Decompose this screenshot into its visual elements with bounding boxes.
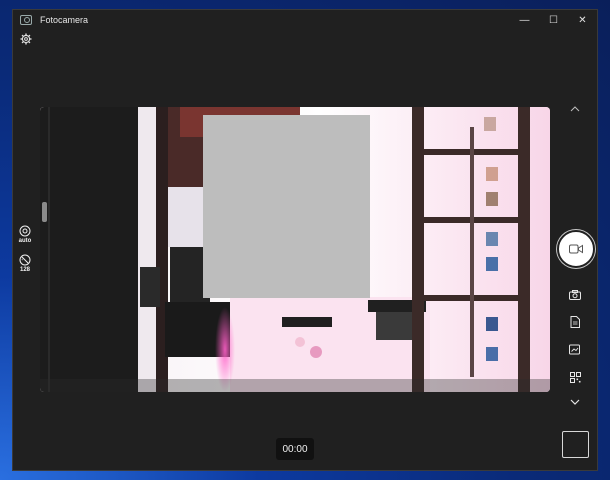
settings-button[interactable] (19, 32, 33, 46)
document-mode-button[interactable] (553, 315, 597, 329)
barcode-mode-button[interactable] (553, 370, 597, 384)
title-bar: Fotocamera — ☐ ✕ (13, 10, 597, 30)
recording-timer: 00:00 (276, 438, 314, 460)
qr-code-icon (569, 371, 581, 383)
photo-mode-button[interactable] (553, 288, 597, 302)
iso-control[interactable]: + 128 (17, 254, 33, 273)
window-title: Fotocamera (40, 15, 89, 25)
iso-icon: + (19, 254, 31, 266)
collapse-modes-button[interactable] (553, 102, 597, 116)
svg-text:+: + (21, 258, 23, 262)
window-controls: — ☐ ✕ (510, 10, 597, 30)
whiteboard-icon (569, 344, 580, 355)
exposure-control[interactable]: auto (17, 225, 33, 244)
camera-feed-image (40, 107, 550, 392)
chevron-down-icon (570, 399, 580, 405)
camera-icon (569, 290, 581, 300)
gallery-thumbnail[interactable] (562, 431, 589, 458)
video-camera-icon (569, 244, 583, 254)
camera-window: Fotocamera — ☐ ✕ auto + 128 00:00 (12, 9, 598, 471)
record-button[interactable] (557, 230, 595, 268)
iso-label: 128 (19, 267, 30, 273)
camera-app-icon (20, 15, 32, 25)
camera-preview (40, 107, 550, 392)
close-button[interactable]: ✕ (568, 10, 597, 30)
minimize-button[interactable]: — (510, 10, 539, 30)
gear-icon (20, 33, 32, 45)
chevron-up-icon (570, 106, 580, 112)
maximize-button[interactable]: ☐ (539, 10, 568, 30)
expand-modes-button[interactable] (553, 396, 597, 408)
exposure-label: auto (18, 238, 32, 244)
whiteboard-mode-button[interactable] (553, 343, 597, 357)
exposure-icon (19, 225, 31, 237)
document-icon (570, 316, 580, 328)
